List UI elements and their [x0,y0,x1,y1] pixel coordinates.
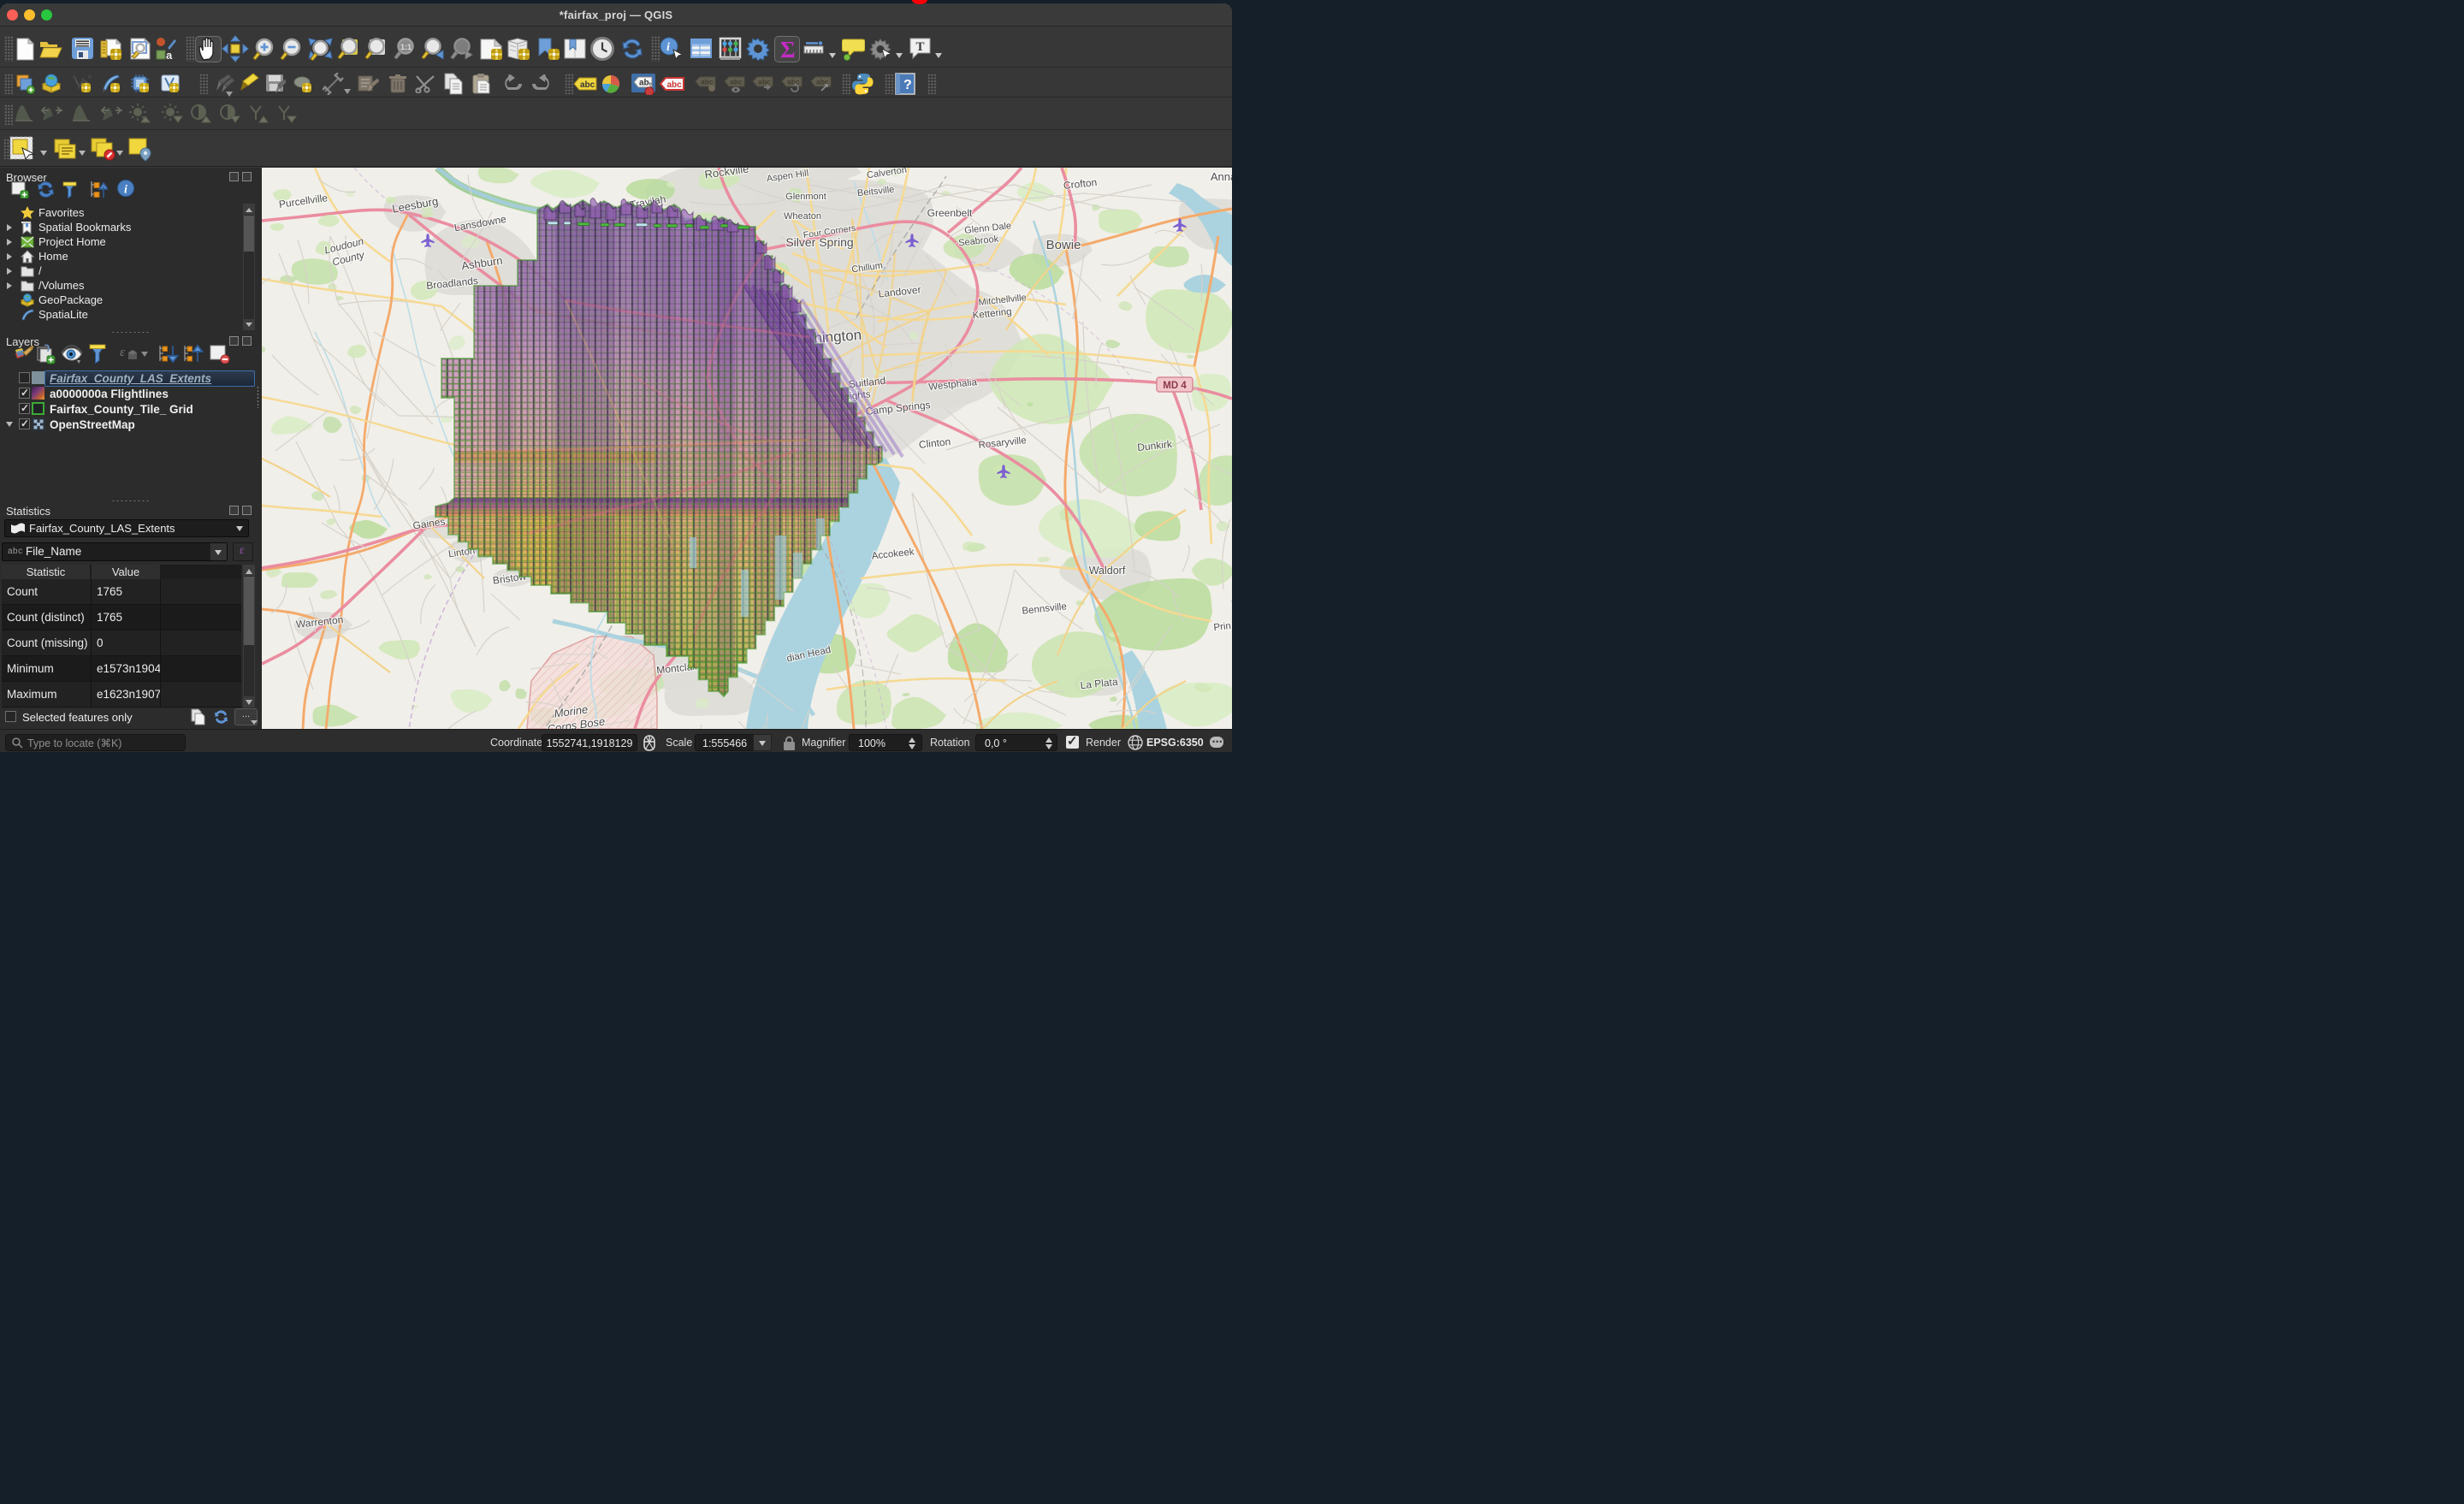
svg-text:Silver Spring: Silver Spring [785,235,853,249]
svg-text:abc: abc [701,78,714,86]
svg-text:Σ: Σ [780,38,796,61]
svg-text:Anna: Anna [1211,170,1232,183]
svg-text:i: i [666,41,670,54]
svg-text:Greenbelt: Greenbelt [927,207,973,219]
svg-text:Wheaton: Wheaton [784,211,821,222]
svg-text:MD 4: MD 4 [1163,381,1187,391]
svg-text:a: a [166,49,173,60]
svg-text:i: i [124,184,127,197]
svg-text:1:1: 1:1 [400,43,412,51]
svg-text:ε: ε [120,346,125,359]
svg-text:ab: ab [639,79,649,88]
svg-text:Bowie: Bowie [1046,238,1081,252]
svg-text:abc: abc [667,80,683,90]
svg-text:T: T [916,40,925,54]
svg-text:?: ? [903,78,912,92]
svg-text:abc: abc [758,78,771,86]
svg-text:abc: abc [730,78,743,86]
svg-text:abc: abc [580,80,595,90]
svg-text:abc: abc [787,78,800,86]
svg-text:Glenmont: Glenmont [785,192,826,202]
svg-text:Prin: Prin [1213,621,1232,633]
svg-text:Waldorf: Waldorf [1089,565,1126,577]
